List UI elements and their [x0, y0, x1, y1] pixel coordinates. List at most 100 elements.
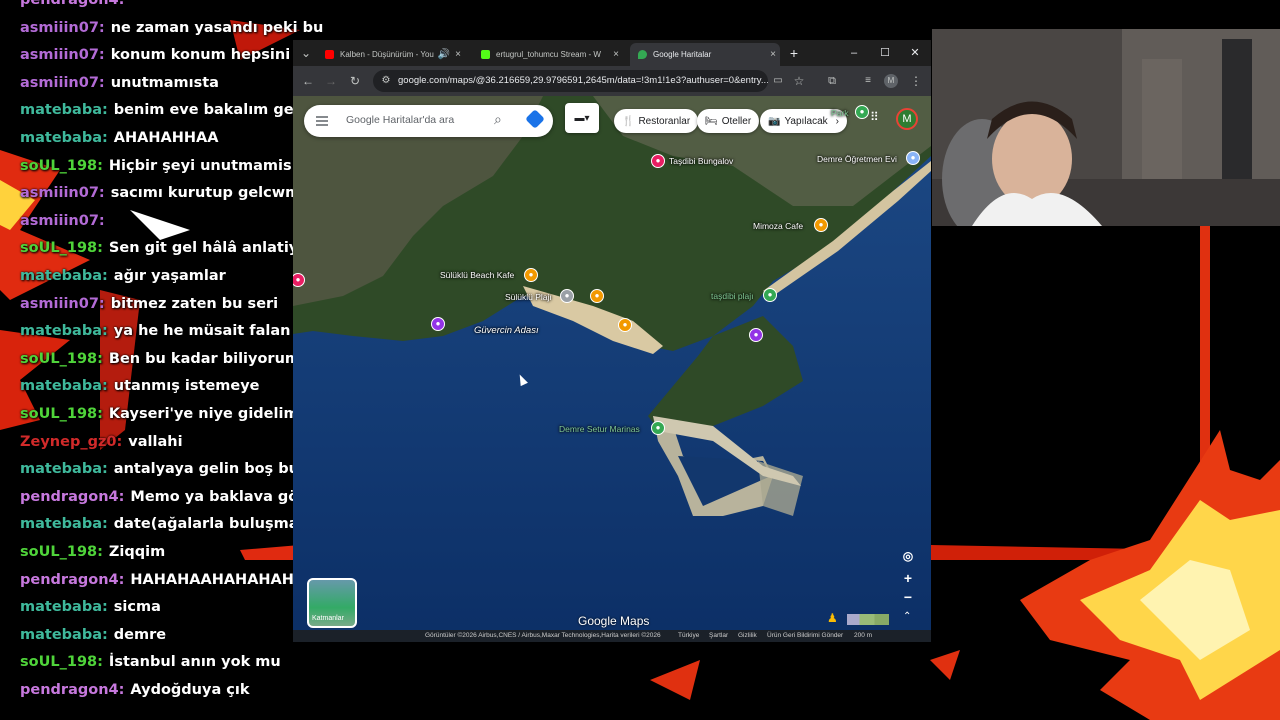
chat-message: matebaba: ağır yaşamlar	[20, 268, 226, 284]
chat-username[interactable]: soUL_198:	[20, 158, 103, 174]
place-label[interactable]: Sülüklü Plajı	[505, 292, 552, 302]
tab-youtube[interactable]: Kalben - Düşünürüm - You 🔊 ×	[317, 43, 465, 66]
chat-username[interactable]: matebaba:	[20, 323, 108, 339]
my-location-button[interactable]: ◎	[899, 547, 917, 565]
chat-text: sicma	[113, 599, 161, 616]
chat-username[interactable]: matebaba:	[20, 102, 108, 118]
webcam-feed	[932, 29, 1280, 226]
minimize-button[interactable]: –	[844, 44, 864, 62]
island-label[interactable]: Güvercin Adası	[474, 325, 539, 336]
attraction-pin[interactable]: ●	[431, 317, 445, 331]
close-icon[interactable]: ×	[451, 49, 465, 60]
cafe-pin[interactable]: ●	[814, 218, 828, 232]
search-box[interactable]: Google Haritalar'da ara ⌕	[304, 105, 553, 137]
satellite-imagery	[293, 96, 931, 642]
chat-text: utanmış istemeye	[113, 378, 260, 395]
chat-username[interactable]: matebaba:	[20, 599, 108, 615]
chat-text: Aydoğduya çık	[130, 682, 250, 698]
account-avatar[interactable]: M	[896, 108, 918, 130]
marina-pin[interactable]: ●	[651, 421, 665, 435]
chat-username[interactable]: matebaba:	[20, 461, 108, 477]
back-icon[interactable]: ←	[299, 72, 317, 90]
close-window-button[interactable]: ✕	[905, 44, 925, 62]
zoom-out-button[interactable]: −	[899, 588, 917, 606]
place-label[interactable]: Mimoza Cafe	[753, 221, 803, 231]
chat-username[interactable]: soUL_198:	[20, 406, 103, 422]
chat-text: demre	[113, 626, 167, 643]
chat-message: soUL_198: Hiçbir şeyi unutmamis	[20, 158, 292, 174]
beach-pin[interactable]: ●	[560, 289, 574, 303]
chat-username[interactable]: pendragon4:	[20, 682, 124, 698]
place-label[interactable]: Demre Öğretmen Evi	[817, 154, 897, 164]
park-pin[interactable]: ●	[763, 288, 777, 302]
place-label[interactable]: taşdibi plajı	[711, 291, 754, 301]
place-pin[interactable]: ●	[855, 105, 869, 119]
forward-icon[interactable]: →	[322, 72, 340, 90]
chip-hotels[interactable]: 🛏 Oteller	[697, 109, 760, 133]
map-canvas[interactable]: Google Haritalar'da ara ⌕ ▬▾ 🍴 Restoranla…	[293, 96, 931, 642]
bookmark-star-icon[interactable]: ☆	[790, 72, 808, 90]
extensions-icon[interactable]: ⧉	[823, 72, 841, 90]
chat-username[interactable]: soUL_198:	[20, 351, 103, 367]
attraction-pin[interactable]: ●	[749, 328, 763, 342]
tab-search-icon[interactable]: ⌄	[297, 44, 315, 62]
place-label[interactable]: Sülüklü Beach Kafe	[440, 270, 514, 280]
chat-message: soUL_198: İstanbul anın yok mu	[20, 654, 281, 670]
chat-username[interactable]: asmiiin07:	[20, 296, 105, 312]
imagery-thumbnails[interactable]	[847, 614, 889, 625]
chat-username[interactable]: soUL_198:	[20, 654, 103, 670]
chat-message: matebaba: ya he he müsait falan	[20, 323, 290, 339]
chat-username[interactable]: matebaba:	[20, 516, 108, 532]
cafe-pin[interactable]: ●	[524, 268, 538, 282]
media-icon[interactable]: ≡	[859, 72, 877, 90]
chat-message: soUL_198: Kayseri'ye niye gidelim	[20, 406, 299, 422]
chat-username[interactable]: asmiiin07:	[20, 185, 105, 201]
menu-icon[interactable]: ⋮	[907, 72, 925, 90]
profile-avatar[interactable]: M	[884, 74, 898, 88]
place-label[interactable]: Demre Setur Marinas	[559, 424, 640, 434]
tune-icon[interactable]: ⚙	[377, 72, 395, 90]
chat-username[interactable]: pendragon4:	[20, 572, 124, 588]
reload-icon[interactable]: ↻	[346, 72, 364, 90]
restaurant-pin[interactable]: ●	[618, 318, 632, 332]
chat-username[interactable]: Zeynep_gz0:	[20, 434, 122, 450]
tab-google-maps[interactable]: Google Haritalar ×	[630, 43, 780, 66]
chat-username[interactable]: matebaba:	[20, 378, 108, 394]
transport-toggle[interactable]: ▬▾	[565, 103, 599, 133]
chat-username[interactable]: soUL_198:	[20, 240, 103, 256]
chat-username[interactable]: matebaba:	[20, 627, 108, 643]
place-label[interactable]: Park	[831, 108, 848, 118]
menu-icon[interactable]	[314, 113, 330, 129]
google-maps-logo: Google Maps	[578, 614, 650, 628]
apps-grid-icon[interactable]: ⠿	[870, 110, 879, 124]
speaker-icon[interactable]: 🔊	[437, 49, 451, 60]
chat-message: asmiiin07: bitmez zaten bu seri	[20, 296, 278, 312]
place-pin[interactable]: ●	[651, 154, 665, 168]
layers-button[interactable]: Katmanlar	[307, 578, 357, 628]
chat-username[interactable]: asmiiin07:	[20, 47, 105, 63]
new-tab-button[interactable]: +	[784, 44, 804, 62]
pegman-icon[interactable]: ♟	[827, 611, 838, 625]
directions-icon[interactable]	[525, 109, 545, 129]
zoom-in-button[interactable]: +	[899, 569, 917, 587]
chip-restaurants[interactable]: 🍴 Restoranlar	[614, 109, 699, 133]
chat-username[interactable]: soUL_198:	[20, 544, 103, 560]
chat-username[interactable]: asmiiin07:	[20, 213, 105, 229]
chat-username[interactable]: matebaba:	[20, 268, 108, 284]
chat-username[interactable]: pendragon4:	[20, 489, 124, 505]
tab-kick[interactable]: ertugrul_tohumcu Stream - W ×	[473, 43, 623, 66]
search-icon[interactable]: ⌕	[494, 111, 502, 128]
close-icon[interactable]: ×	[609, 49, 623, 60]
cast-icon[interactable]: ▭	[769, 72, 787, 90]
maximize-button[interactable]: ☐	[875, 44, 895, 62]
chat-username[interactable]: asmiiin07:	[20, 20, 105, 36]
chat-username[interactable]: asmiiin07:	[20, 75, 105, 91]
place-label[interactable]: Taşdibi Bungalov	[669, 156, 733, 166]
chat-username[interactable]: matebaba:	[20, 130, 108, 146]
chat-username[interactable]: pendragon4:	[20, 0, 124, 8]
close-icon[interactable]: ×	[766, 49, 780, 60]
restaurant-pin[interactable]: ●	[590, 289, 604, 303]
url-field[interactable]: google.com/maps/@36.216659,29.9796591,26…	[373, 70, 768, 92]
place-pin[interactable]: ●	[906, 151, 920, 165]
expand-icon[interactable]: ⌃	[903, 611, 911, 622]
